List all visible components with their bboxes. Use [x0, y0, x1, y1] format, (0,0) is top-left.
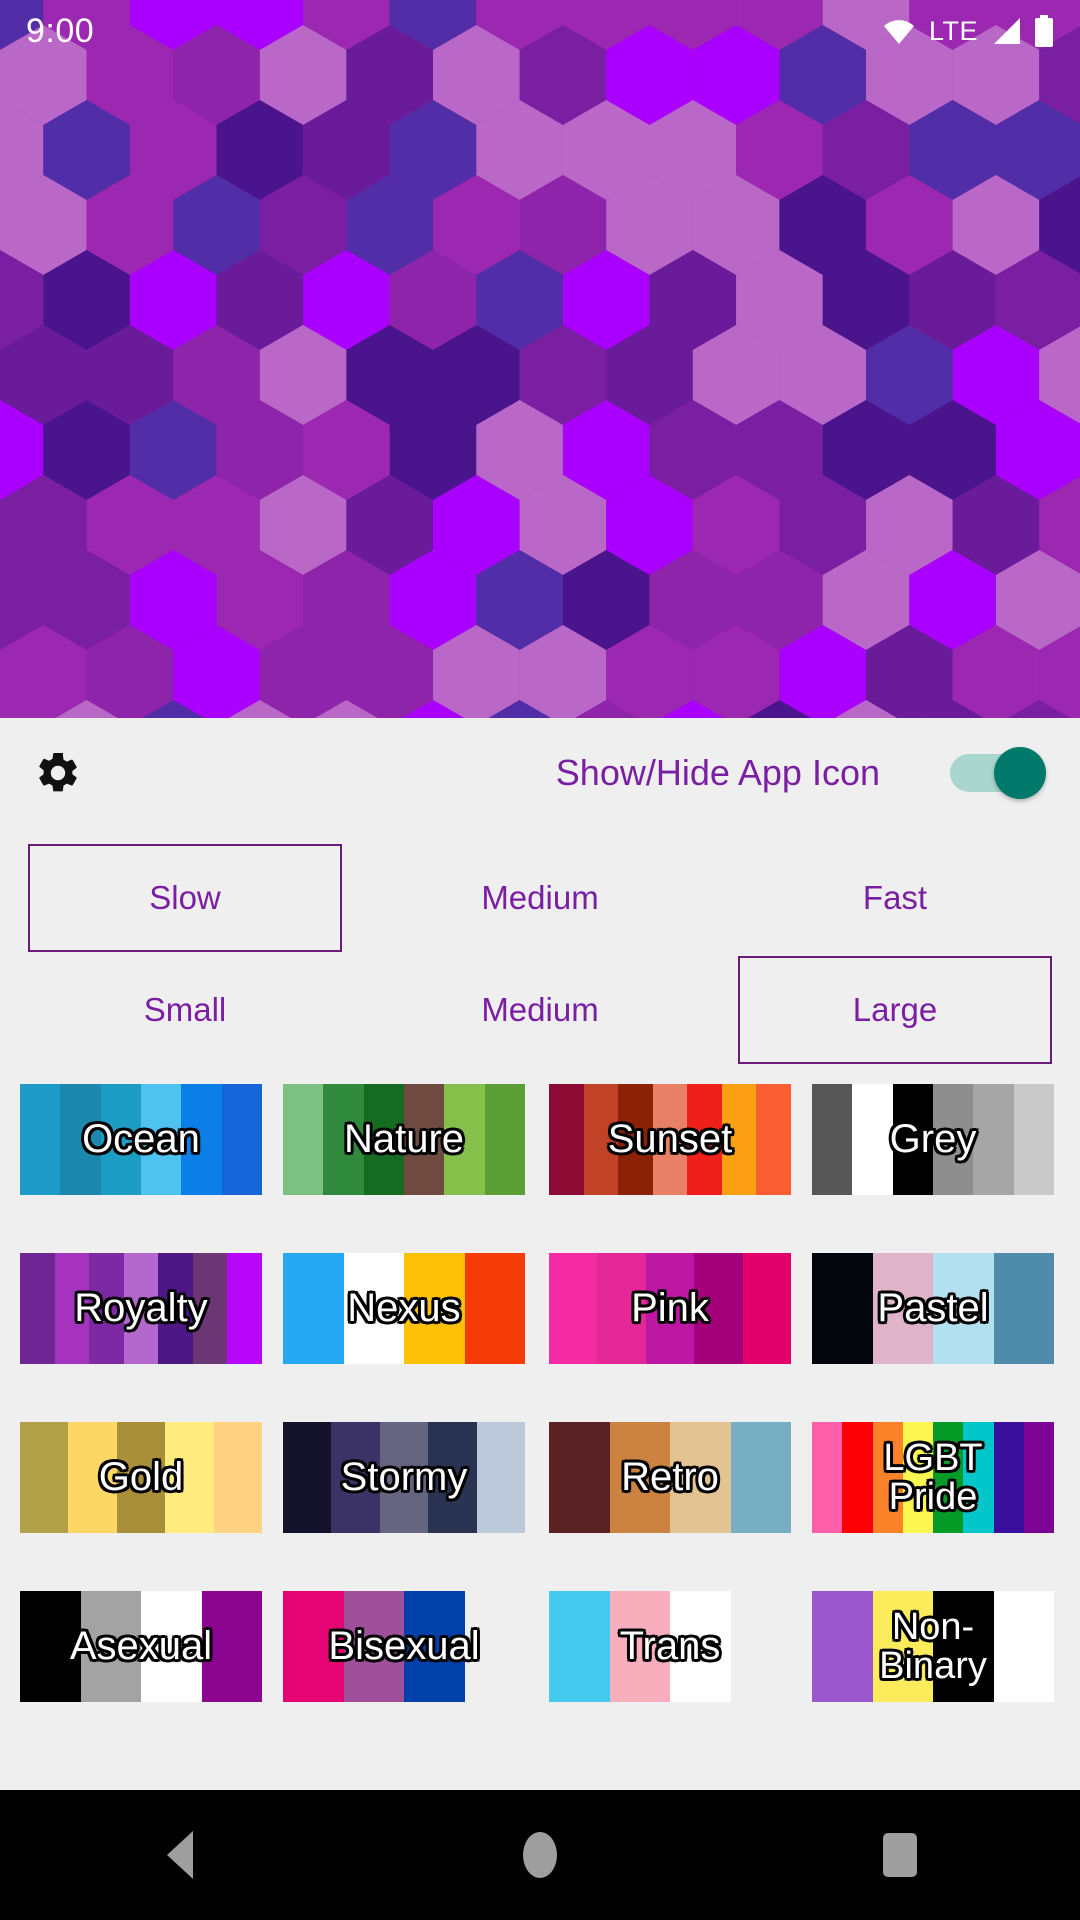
speed-option-slow[interactable]: Slow	[28, 844, 342, 952]
palette-card-asexual[interactable]: Asexual	[20, 1591, 262, 1702]
network-type-label: LTE	[928, 15, 978, 46]
hexagon-pattern	[0, 0, 1080, 718]
palette-name-label: Nature	[343, 1117, 465, 1162]
palette-name-label: Retro	[621, 1455, 719, 1500]
palette-card-nature[interactable]: Nature	[283, 1084, 525, 1195]
palette-card-nexus[interactable]: Nexus	[283, 1253, 525, 1364]
status-bar: 9:00 LTE	[0, 0, 1080, 62]
controls-panel: Show/Hide App Icon Slow Medium Fast Smal…	[0, 718, 1080, 1790]
gear-icon	[39, 752, 77, 792]
palette-card-lgbt-pride[interactable]: LGBT Pride	[812, 1422, 1054, 1533]
status-clock: 9:00	[26, 11, 95, 50]
palette-grid-row: Ocean Nature Sunset Grey	[0, 1070, 1080, 1239]
recents-button[interactable]	[825, 1790, 975, 1920]
palette-card-pink[interactable]: Pink	[549, 1253, 791, 1364]
toggle-thumb	[994, 747, 1046, 799]
size-option-medium-label: Medium	[481, 991, 599, 1028]
palette-card-pastel[interactable]: Pastel	[812, 1253, 1054, 1364]
palette-name-label: Sunset	[607, 1117, 733, 1162]
palette-card-grey[interactable]: Grey	[812, 1084, 1054, 1195]
speed-option-row: Slow Medium Fast	[0, 844, 1080, 952]
speed-option-fast[interactable]: Fast	[738, 856, 1052, 940]
back-triangle-icon	[167, 1831, 193, 1879]
palette-name-label: Royalty	[74, 1286, 208, 1331]
palette-grid-row: Royalty Nexus Pink Pastel	[0, 1239, 1080, 1408]
speed-option-slow-label: Slow	[149, 879, 221, 916]
home-button[interactable]	[465, 1790, 615, 1920]
settings-button[interactable]	[30, 745, 86, 801]
battery-icon	[1035, 15, 1053, 47]
show-hide-app-icon-toggle[interactable]	[950, 747, 1046, 799]
size-option-large[interactable]: Large	[738, 956, 1052, 1064]
recents-square-icon	[883, 1833, 917, 1877]
palette-name-label: Trans	[619, 1624, 721, 1669]
palette-name-label: Gold	[98, 1455, 184, 1500]
palette-name-label: Asexual	[69, 1624, 213, 1669]
phone-screen: 9:00 LTE Show/Hide App Icon Slow Medium …	[0, 0, 1080, 1920]
palette-card-retro[interactable]: Retro	[549, 1422, 791, 1533]
palette-grid: Ocean Nature Sunset Grey Royalty Nexus Pink Pas…	[0, 1070, 1080, 1746]
palette-card-ocean[interactable]: Ocean	[20, 1084, 262, 1195]
palette-name-label: LGBT Pride	[883, 1436, 983, 1518]
palette-card-stormy[interactable]: Stormy	[283, 1422, 525, 1533]
size-option-medium[interactable]: Medium	[383, 968, 697, 1052]
speed-option-fast-label: Fast	[862, 879, 928, 916]
palette-card-gold[interactable]: Gold	[20, 1422, 262, 1533]
palette-card-royalty[interactable]: Royalty	[20, 1253, 262, 1364]
size-option-small[interactable]: Small	[28, 968, 342, 1052]
palette-name-label: Nexus	[347, 1286, 461, 1331]
palette-name-label: Pink	[631, 1286, 709, 1331]
palette-name-label: Stormy	[340, 1455, 468, 1500]
palette-name-label: Ocean	[82, 1117, 200, 1162]
speed-option-medium-label: Medium	[481, 879, 599, 916]
status-icon-group: LTE	[882, 15, 1054, 47]
back-button[interactable]	[105, 1790, 255, 1920]
size-option-large-label: Large	[852, 991, 938, 1028]
palette-grid-row: Asexual Bisexual Trans Non- Binary	[0, 1577, 1080, 1746]
palette-name-label: Grey	[889, 1117, 977, 1162]
signal-icon	[994, 18, 1020, 44]
palette-grid-row: Gold Stormy Retro LGBT Pride	[0, 1408, 1080, 1577]
palette-card-non--binary[interactable]: Non- Binary	[812, 1591, 1054, 1702]
size-option-row: Small Medium Large	[0, 956, 1080, 1064]
palette-name-label: Non- Binary	[879, 1605, 987, 1687]
home-circle-icon	[523, 1832, 557, 1878]
palette-name-label: Bisexual	[328, 1624, 480, 1669]
system-navigation-bar	[0, 1790, 1080, 1920]
wifi-icon	[883, 20, 914, 44]
wallpaper-preview	[0, 0, 1080, 718]
speed-option-medium[interactable]: Medium	[383, 856, 697, 940]
toolbar-row: Show/Hide App Icon	[0, 718, 1080, 828]
palette-card-sunset[interactable]: Sunset	[549, 1084, 791, 1195]
show-hide-app-icon-label: Show/Hide App Icon	[555, 752, 880, 793]
palette-card-trans[interactable]: Trans	[549, 1591, 791, 1702]
size-option-small-label: Small	[143, 991, 227, 1028]
palette-card-bisexual[interactable]: Bisexual	[283, 1591, 525, 1702]
palette-name-label: Pastel	[877, 1286, 989, 1331]
